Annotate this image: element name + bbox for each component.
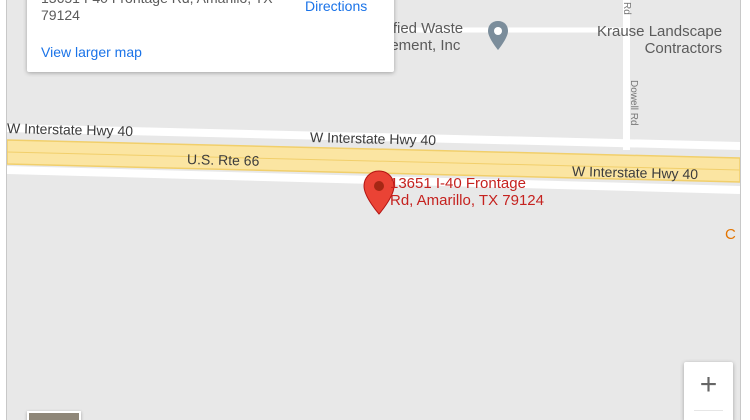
krause-landscape-label: Krause Landscape Contractors [597, 23, 723, 57]
dowell-rd-label: Dowell Rd [628, 80, 639, 126]
map-right-border [740, 0, 741, 420]
hwy-label-left: W Interstate Hwy 40 [7, 120, 134, 140]
hwy-label-right: W Interstate Hwy 40 [571, 163, 699, 183]
zoom-control: + [684, 362, 733, 420]
zoom-separator [694, 410, 723, 411]
info-card: 13651 I-40 Frontage Rd, Amarillo, TX 791… [27, 0, 394, 72]
street-view-thumbnail[interactable] [27, 411, 81, 420]
poi-pin-icon[interactable] [487, 20, 509, 54]
hwy-label-mid: W Interstate Hwy 40 [309, 129, 437, 149]
zoom-in-button[interactable]: + [684, 370, 733, 400]
rd-street-label: Rd [621, 2, 632, 15]
marker-label: 13651 I-40 Frontage Rd, Amarillo, TX 791… [390, 175, 544, 209]
view-larger-map-link[interactable]: View larger map [41, 44, 142, 60]
card-address: 13651 I-40 Frontage Rd, Amarillo, TX 791… [41, 0, 273, 23]
us66-label: U.S. Rte 66 [186, 151, 260, 169]
partial-place-label: C [725, 226, 736, 243]
map-canvas[interactable]: Rd Dowell Rd sified Waste gement, Inc Kr… [7, 0, 740, 420]
directions-link[interactable]: Directions [305, 0, 367, 14]
waste-poi-label: sified Waste gement, Inc [382, 20, 464, 54]
